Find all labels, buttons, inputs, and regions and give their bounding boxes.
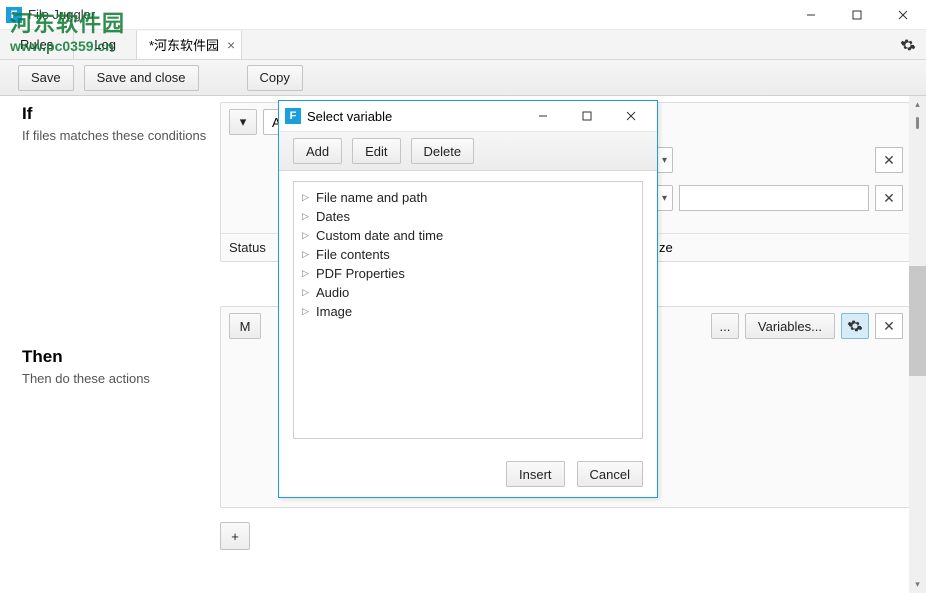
dialog-delete-button[interactable]: Delete — [411, 138, 475, 164]
dialog-maximize-button[interactable] — [565, 102, 609, 130]
delete-condition-button-2[interactable]: ✕ — [875, 185, 903, 211]
window-maximize-button[interactable] — [834, 0, 880, 30]
tab-rules[interactable]: Rules — [0, 31, 74, 59]
expand-icon: ▷ — [302, 211, 312, 222]
condition-value-input[interactable] — [679, 185, 869, 211]
main-tab-row: Rules Log *河东软件园 × — [0, 30, 926, 60]
delete-action-button[interactable]: ✕ — [875, 313, 903, 339]
expand-icon: ▷ — [302, 287, 312, 298]
expand-icon: ▷ — [302, 230, 312, 241]
save-button[interactable]: Save — [18, 65, 74, 91]
browse-button[interactable]: ... — [711, 313, 739, 339]
delete-condition-button-1[interactable]: ✕ — [875, 147, 903, 173]
window-minimize-button[interactable] — [788, 0, 834, 30]
status-label: Status — [229, 240, 279, 255]
tree-item[interactable]: ▷Dates — [302, 207, 634, 226]
document-tab[interactable]: *河东软件园 × — [137, 31, 242, 59]
copy-button[interactable]: Copy — [247, 65, 303, 91]
tree-item[interactable]: ▷File name and path — [302, 188, 634, 207]
select-variable-dialog: F Select variable Add Edit Delete ▷File … — [278, 100, 658, 498]
tree-item[interactable]: ▷Custom date and time — [302, 226, 634, 245]
scroll-down-icon[interactable]: ▾ — [909, 576, 926, 593]
action-settings-button[interactable] — [841, 313, 869, 339]
then-title: Then — [22, 347, 212, 367]
tree-item[interactable]: ▷Audio — [302, 283, 634, 302]
window-title: File Juggler — [28, 7, 788, 22]
vertical-scrollbar[interactable]: ▴ ▾ — [909, 96, 926, 593]
document-tab-label: *河东软件园 — [149, 35, 219, 54]
left-column: If If files matches these conditions The… — [0, 96, 220, 593]
status-dropdown[interactable]: ze — [659, 240, 693, 255]
dialog-cancel-button[interactable]: Cancel — [577, 461, 643, 487]
scroll-thumb-mini[interactable] — [916, 117, 919, 129]
dialog-title: Select variable — [307, 109, 392, 124]
dialog-edit-button[interactable]: Edit — [352, 138, 400, 164]
save-close-button[interactable]: Save and close — [84, 65, 199, 91]
document-tab-close[interactable]: × — [227, 37, 235, 53]
expand-icon: ▷ — [302, 306, 312, 317]
tree-item[interactable]: ▷PDF Properties — [302, 264, 634, 283]
dialog-app-icon: F — [285, 108, 301, 124]
add-action-button[interactable]: + — [220, 522, 250, 550]
dialog-insert-button[interactable]: Insert — [506, 461, 565, 487]
dialog-add-button[interactable]: Add — [293, 138, 342, 164]
expand-icon: ▷ — [302, 249, 312, 260]
then-subtitle: Then do these actions — [22, 371, 212, 386]
dialog-minimize-button[interactable] — [521, 102, 565, 130]
action-type-dropdown[interactable]: M — [229, 313, 261, 339]
window-titlebar: F File Juggler — [0, 0, 926, 30]
dialog-close-button[interactable] — [609, 102, 653, 130]
if-subtitle: If files matches these conditions — [22, 128, 212, 143]
scroll-thumb[interactable] — [909, 266, 926, 376]
variables-button[interactable]: Variables... — [745, 313, 835, 339]
if-title: If — [22, 104, 212, 124]
variable-tree[interactable]: ▷File name and path ▷Dates ▷Custom date … — [293, 181, 643, 439]
window-close-button[interactable] — [880, 0, 926, 30]
app-icon: F — [6, 7, 22, 23]
collapse-toggle[interactable]: ▾ — [229, 109, 257, 135]
tree-item[interactable]: ▷File contents — [302, 245, 634, 264]
scroll-up-icon[interactable]: ▴ — [909, 96, 926, 113]
settings-gear-button[interactable] — [890, 37, 926, 53]
expand-icon: ▷ — [302, 192, 312, 203]
expand-icon: ▷ — [302, 268, 312, 279]
action-toolbar: Save Save and close Copy — [0, 60, 926, 96]
tree-item[interactable]: ▷Image — [302, 302, 634, 321]
tab-log[interactable]: Log — [74, 31, 137, 59]
